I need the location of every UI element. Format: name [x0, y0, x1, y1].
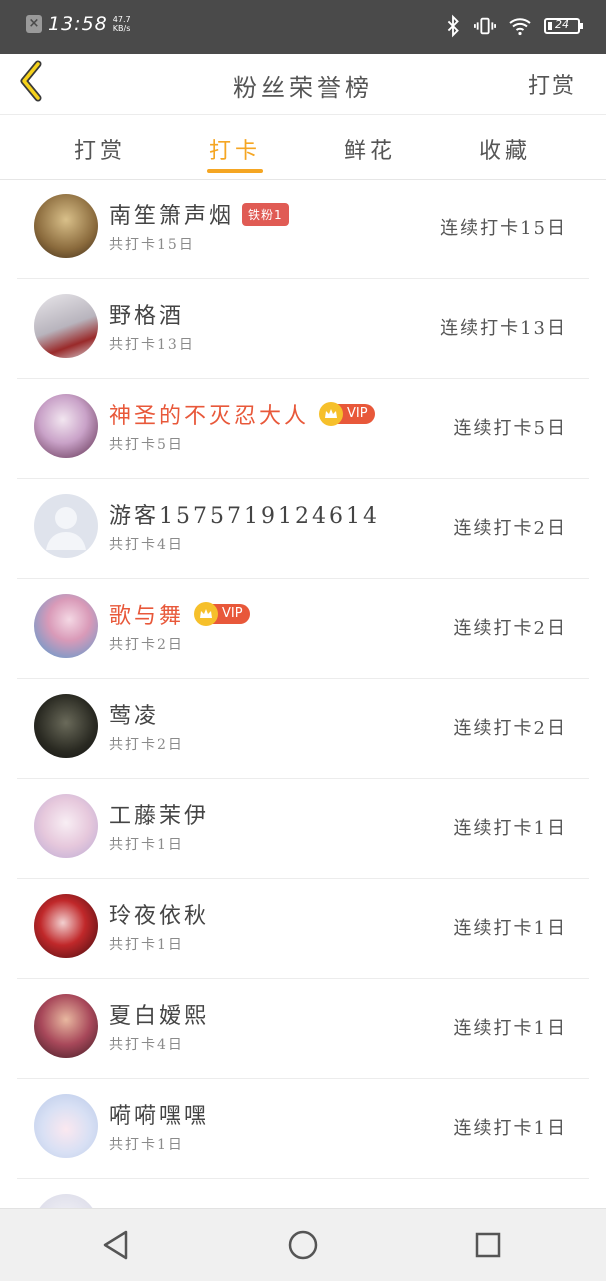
checkin-streak: 连续打卡2日	[453, 518, 567, 539]
network-speed-value: 47.7	[112, 15, 131, 24]
battery-level: 24	[555, 18, 569, 31]
avatar	[34, 794, 98, 858]
checkin-streak: 连续打卡15日	[440, 218, 567, 239]
tab-bar: 打赏 打卡 鲜花 收藏	[0, 115, 606, 180]
user-name: 南笙箫声烟	[109, 204, 235, 229]
nav-back-icon[interactable]	[100, 1229, 132, 1261]
user-name: 神圣的不灭忍大人	[109, 404, 310, 429]
avatar	[34, 594, 98, 658]
user-name: 野格酒	[109, 304, 185, 329]
notification-close-icon: ×	[26, 15, 42, 33]
total-checkins: 共打卡13日	[109, 337, 195, 353]
ranking-list: 南笙箫声烟 铁粉1 共打卡15日 连续打卡15日 野格酒 共打卡13日 连续打卡…	[0, 178, 606, 1208]
user-name: 夏白嫒熙	[109, 1004, 210, 1029]
page-title: 粉丝荣誉榜	[233, 74, 373, 102]
total-checkins: 共打卡4日	[109, 537, 184, 553]
user-name: 莺凌	[109, 704, 160, 729]
network-speed: 47.7 KB/s	[113, 15, 131, 33]
avatar	[34, 494, 98, 558]
total-checkins: 共打卡1日	[109, 1137, 184, 1153]
user-name: 工藤茉伊	[109, 804, 210, 829]
vip-badge: VIP	[194, 602, 250, 626]
checkin-streak: 连续打卡2日	[453, 618, 567, 639]
nav-recents-icon[interactable]	[472, 1229, 504, 1261]
status-bar: × 13:58 47.7 KB/s 24	[0, 0, 606, 54]
status-left: × 13:58 47.7 KB/s	[26, 13, 131, 35]
vibrate-icon	[474, 17, 496, 35]
list-item[interactable]: 神圣的不灭忍大人 VIP 共打卡5日 连续打卡5日	[17, 378, 589, 479]
user-name: 嗬嗬嘿嘿	[109, 1104, 210, 1129]
avatar	[34, 1194, 98, 1208]
status-right: 24	[442, 14, 583, 38]
crown-icon	[194, 602, 219, 626]
app-header: 粉丝荣誉榜 打赏	[0, 54, 606, 115]
avatar	[34, 694, 98, 758]
list-item[interactable]: 工藤茉伊 共打卡1日 连续打卡1日	[17, 778, 589, 879]
avatar	[34, 1094, 98, 1158]
system-nav-bar	[0, 1208, 606, 1281]
total-checkins: 共打卡1日	[109, 937, 184, 953]
checkin-streak: 连续打卡13日	[440, 318, 567, 339]
checkin-streak: 连续打卡1日	[453, 918, 567, 939]
list-item[interactable]: 莺凌 共打卡2日 连续打卡2日	[17, 678, 589, 779]
avatar	[34, 394, 98, 458]
total-checkins: 共打卡2日	[109, 737, 184, 753]
list-item[interactable]: 歌与舞 VIP 共打卡2日 连续打卡2日	[17, 578, 589, 679]
user-name: 玲夜依秋	[109, 904, 210, 929]
list-item[interactable]	[17, 1178, 589, 1208]
user-name: 游客1575719124614	[109, 504, 380, 529]
tab-reward[interactable]: 打赏	[60, 133, 140, 165]
battery-icon: 24	[544, 18, 583, 34]
total-checkins: 共打卡2日	[109, 637, 184, 653]
clock: 13:58	[48, 13, 108, 35]
avatar	[34, 894, 98, 958]
list-item[interactable]: 南笙箫声烟 铁粉1 共打卡15日 连续打卡15日	[17, 178, 589, 279]
avatar	[34, 294, 98, 358]
fan-level-badge: 铁粉1	[242, 202, 289, 226]
list-item[interactable]: 嗬嗬嘿嘿 共打卡1日 连续打卡1日	[17, 1078, 589, 1179]
checkin-streak: 连续打卡1日	[453, 1018, 567, 1039]
list-item[interactable]: 夏白嫒熙 共打卡4日 连续打卡1日	[17, 978, 589, 1079]
tab-flowers[interactable]: 鲜花	[330, 133, 410, 165]
default-avatar-icon	[46, 507, 86, 550]
checkin-streak: 连续打卡2日	[453, 718, 567, 739]
checkin-streak: 连续打卡5日	[453, 418, 567, 439]
total-checkins: 共打卡4日	[109, 1037, 184, 1053]
tab-favorites[interactable]: 收藏	[465, 133, 545, 165]
avatar	[34, 994, 98, 1058]
user-name: 歌与舞	[109, 604, 185, 629]
list-item[interactable]: 野格酒 共打卡13日 连续打卡13日	[17, 278, 589, 379]
active-tab-indicator	[207, 169, 263, 173]
network-speed-unit: KB/s	[112, 24, 131, 33]
list-item[interactable]: 游客1575719124614 共打卡4日 连续打卡2日	[17, 478, 589, 579]
bluetooth-icon	[447, 14, 459, 38]
crown-icon	[319, 402, 344, 426]
total-checkins: 共打卡1日	[109, 837, 184, 853]
list-item[interactable]: 玲夜依秋 共打卡1日 连续打卡1日	[17, 878, 589, 979]
wifi-icon	[509, 18, 531, 36]
checkin-streak: 连续打卡1日	[453, 1118, 567, 1139]
total-checkins: 共打卡5日	[109, 437, 184, 453]
avatar	[34, 194, 98, 258]
checkin-streak: 连续打卡1日	[453, 818, 567, 839]
nav-home-icon[interactable]	[287, 1229, 319, 1261]
tab-checkin[interactable]: 打卡	[195, 133, 275, 165]
total-checkins: 共打卡15日	[109, 237, 195, 253]
vip-badge: VIP	[319, 402, 375, 426]
reward-button[interactable]: 打赏	[528, 68, 576, 100]
